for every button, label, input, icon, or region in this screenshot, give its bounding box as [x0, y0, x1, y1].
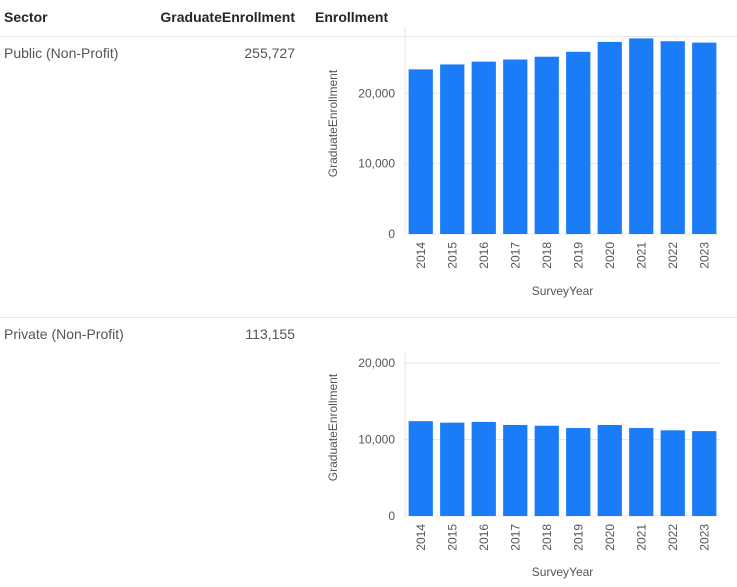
x-tick-label: 2023 — [697, 524, 711, 551]
bar[interactable] — [629, 38, 654, 235]
x-tick-label: 2019 — [571, 242, 585, 269]
y-tick-label: 20,000 — [358, 86, 395, 100]
x-tick-label: 2014 — [414, 242, 428, 269]
y-axis-title: GraduateEnrollment — [326, 69, 340, 177]
x-tick-label: 2016 — [477, 242, 491, 269]
x-tick-label: 2015 — [445, 524, 459, 551]
enrollment-table: Sector GraduateEnrollment Enrollment Pub… — [0, 0, 737, 587]
x-tick-label: 2022 — [666, 524, 680, 551]
y-tick-label: 10,000 — [358, 157, 395, 171]
bar[interactable] — [692, 431, 717, 516]
bar[interactable] — [597, 424, 622, 516]
bar[interactable] — [566, 51, 591, 235]
column-header-enrollment[interactable]: Enrollment — [315, 9, 388, 25]
bar[interactable] — [692, 42, 717, 234]
x-tick-label: 2023 — [697, 242, 711, 269]
column-header-graduate-enrollment[interactable]: GraduateEnrollment — [160, 9, 295, 25]
bar[interactable] — [660, 430, 685, 516]
bar[interactable] — [503, 59, 528, 235]
table-row[interactable]: Public (Non-Profit) 255,727 0 10,000 20,00… — [0, 27, 737, 318]
bar[interactable] — [597, 41, 622, 234]
x-tick-label: 2021 — [634, 524, 648, 551]
bar[interactable] — [566, 428, 591, 516]
bar[interactable] — [534, 425, 559, 516]
x-tick-label: 2018 — [540, 524, 554, 551]
x-tick-label: 2017 — [508, 524, 522, 551]
y-axis-title: GraduateEnrollment — [326, 373, 340, 481]
bar[interactable] — [534, 56, 559, 235]
x-tick-label: 2019 — [571, 524, 585, 551]
x-tick-label: 2021 — [634, 242, 648, 269]
bar[interactable] — [408, 69, 433, 234]
x-tick-label: 2016 — [477, 524, 491, 551]
y-tick-label: 10,000 — [358, 433, 395, 447]
x-tick-label: 2020 — [603, 242, 617, 269]
bar[interactable] — [471, 421, 496, 516]
bar[interactable] — [440, 64, 465, 234]
enrollment-chart-public: 0 10,000 20,000 2014 2015 2016 2017 2018 2019 202… — [326, 27, 720, 298]
bar[interactable] — [629, 428, 654, 516]
x-tick-label: 2017 — [508, 242, 522, 269]
x-tick-label: 2014 — [414, 524, 428, 551]
bar[interactable] — [660, 41, 685, 234]
column-header-sector[interactable]: Sector — [4, 9, 48, 25]
y-tick-label: 20,000 — [358, 356, 395, 370]
y-tick-label: 0 — [388, 227, 395, 241]
x-tick-label: 2022 — [666, 242, 680, 269]
x-tick-label: 2020 — [603, 524, 617, 551]
x-axis-title: SurveyYear — [532, 284, 594, 298]
bar[interactable] — [471, 61, 496, 234]
enrollment-chart-private: 0 10,000 20,000 2014 2015 2016 2017 2018 2019 202… — [326, 353, 720, 579]
table-row[interactable]: Private (Non-Profit) 113,155 0 10,000 20,0… — [0, 318, 737, 587]
x-axis-title: SurveyYear — [532, 565, 594, 579]
x-tick-label: 2015 — [445, 242, 459, 269]
bar[interactable] — [408, 421, 433, 516]
y-tick-label: 0 — [388, 509, 395, 523]
bar[interactable] — [503, 424, 528, 516]
bar[interactable] — [440, 422, 465, 516]
table-header: Sector GraduateEnrollment Enrollment — [0, 0, 737, 37]
x-tick-label: 2018 — [540, 242, 554, 269]
